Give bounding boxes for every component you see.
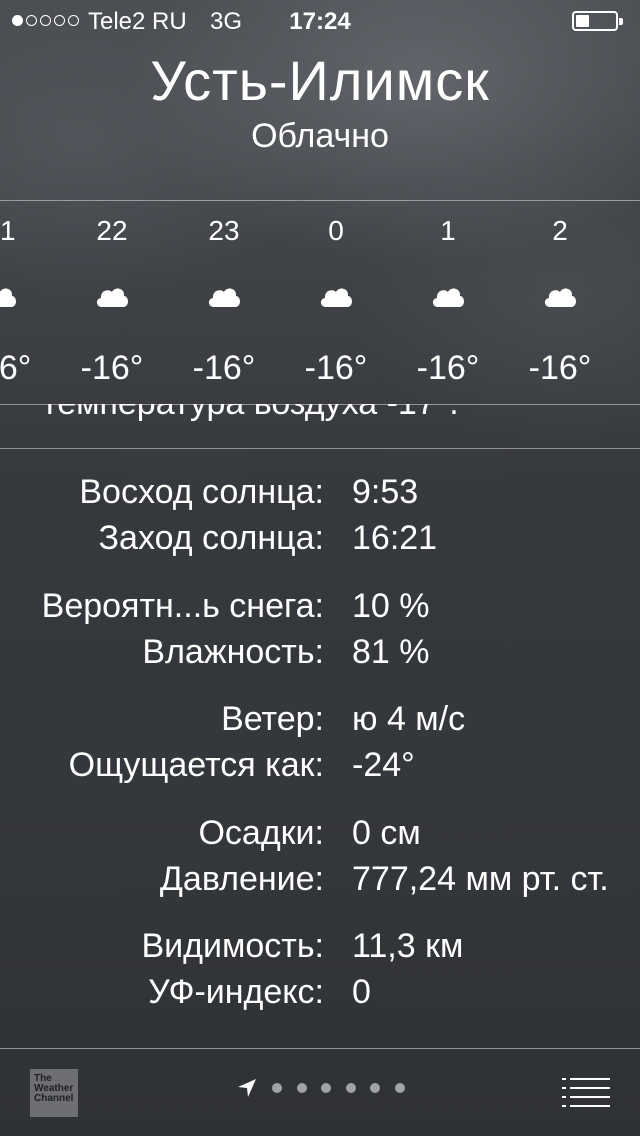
detail-row: Давление: 777,24 мм рт. ст.: [0, 860, 640, 906]
hourly-item: 0 -16°: [280, 201, 392, 404]
detail-value: 9:53: [352, 473, 419, 511]
cloud-icon: [320, 288, 352, 307]
divider: [0, 448, 640, 449]
detail-row: Видимость: 11,3 км: [0, 927, 640, 973]
detail-value: 777,24 мм рт. ст.: [352, 860, 609, 898]
hour-label: 22: [96, 215, 128, 246]
hourly-item: 22 -16°: [56, 201, 168, 404]
hour-temperature: -16°: [304, 349, 368, 387]
detail-value: 0: [352, 973, 371, 1011]
cloud-icon: [544, 288, 576, 307]
battery-icon: [572, 11, 623, 31]
detail-label: УФ-индекс:: [148, 973, 324, 1011]
detail-row: Ветер: ю 4 м/с: [0, 700, 640, 746]
detail-label: Давление:: [159, 860, 324, 898]
hour-label: 1: [440, 215, 456, 246]
status-time: 17:24: [289, 8, 351, 35]
hourly-item: 1 -16°: [392, 201, 504, 404]
detail-row: Вероятн...ь снега: 10 %: [0, 587, 640, 633]
detail-label: Заход солнца:: [98, 519, 325, 557]
hourly-item: 21 -16°: [0, 201, 56, 404]
hourly-item: 23 -16°: [168, 201, 280, 404]
cloud-icon: [432, 288, 464, 307]
detail-label: Восход солнца:: [79, 473, 324, 511]
detail-row: УФ-индекс: 0: [0, 973, 640, 1019]
hour-temperature: -16°: [528, 349, 592, 387]
hour-label: 2: [552, 215, 568, 246]
detail-value: 11,3 км: [352, 927, 464, 965]
detail-label: Вероятн...ь снега:: [41, 587, 324, 625]
detail-label: Ощущается как:: [68, 746, 324, 784]
status-bar: Tele2 RU 3G 17:24: [0, 0, 640, 40]
cloud-icon: [0, 288, 16, 307]
hour-temperature: -16°: [416, 349, 480, 387]
hour-label: 23: [208, 215, 240, 246]
weather-channel-logo[interactable]: The Weather Channel: [30, 1069, 78, 1117]
page-indicator[interactable]: [236, 1077, 419, 1099]
hourly-forecast[interactable]: 21 -16° 22 -16° 23 -16° 0 -16° 1 -16° 2 -16°: [0, 201, 640, 404]
page-dot[interactable]: [370, 1083, 380, 1093]
detail-label: Влажность:: [142, 633, 324, 671]
detail-value: 16:21: [352, 519, 438, 557]
hour-label: 21: [0, 215, 16, 246]
weather-condition: Облачно: [251, 117, 389, 155]
detail-label: Ветер:: [221, 700, 324, 738]
detail-value: -24°: [352, 746, 415, 784]
cloud-icon: [96, 288, 128, 307]
detail-row: Осадки: 0 см: [0, 814, 640, 860]
cloud-icon: [208, 288, 240, 307]
weather-screen: Tele2 RU 3G 17:24 Усть-Илимск Облачно 21…: [0, 0, 640, 1136]
city-name: Усть-Илимск: [150, 49, 490, 112]
hour-temperature: -16°: [80, 349, 144, 387]
detail-value: 0 см: [352, 814, 421, 852]
detail-row: Влажность: 81 %: [0, 633, 640, 679]
detail-row: Заход солнца: 16:21: [0, 519, 640, 565]
detail-value: 81 %: [352, 633, 430, 671]
detail-row: Восход солнца: 9:53: [0, 473, 640, 519]
forecast-summary: температура воздуха -17°.: [0, 404, 640, 448]
page-dot[interactable]: [345, 1083, 356, 1093]
detail-value: 10 %: [352, 587, 430, 625]
page-dot[interactable]: [296, 1083, 307, 1093]
hourly-item: 2 -16°: [504, 201, 616, 404]
hour-temperature: -16°: [0, 349, 32, 387]
page-dot[interactable]: [394, 1083, 405, 1093]
page-dot[interactable]: [321, 1083, 331, 1093]
detail-row: Ощущается как: -24°: [0, 746, 640, 792]
location-arrow-icon: [238, 1079, 256, 1097]
detail-label: Осадки:: [198, 814, 324, 852]
detail-label: Видимость:: [141, 927, 324, 965]
detail-value: ю 4 м/с: [352, 700, 466, 738]
list-icon[interactable]: [562, 1075, 610, 1109]
hour-temperature: -16°: [192, 349, 256, 387]
bottom-toolbar: The Weather Channel: [0, 1049, 640, 1136]
forecast-summary-text: температура воздуха -17°.: [42, 404, 459, 423]
page-dot[interactable]: [272, 1083, 282, 1093]
hour-label: 0: [328, 215, 344, 246]
logo-text: Channel: [34, 1093, 74, 1104]
